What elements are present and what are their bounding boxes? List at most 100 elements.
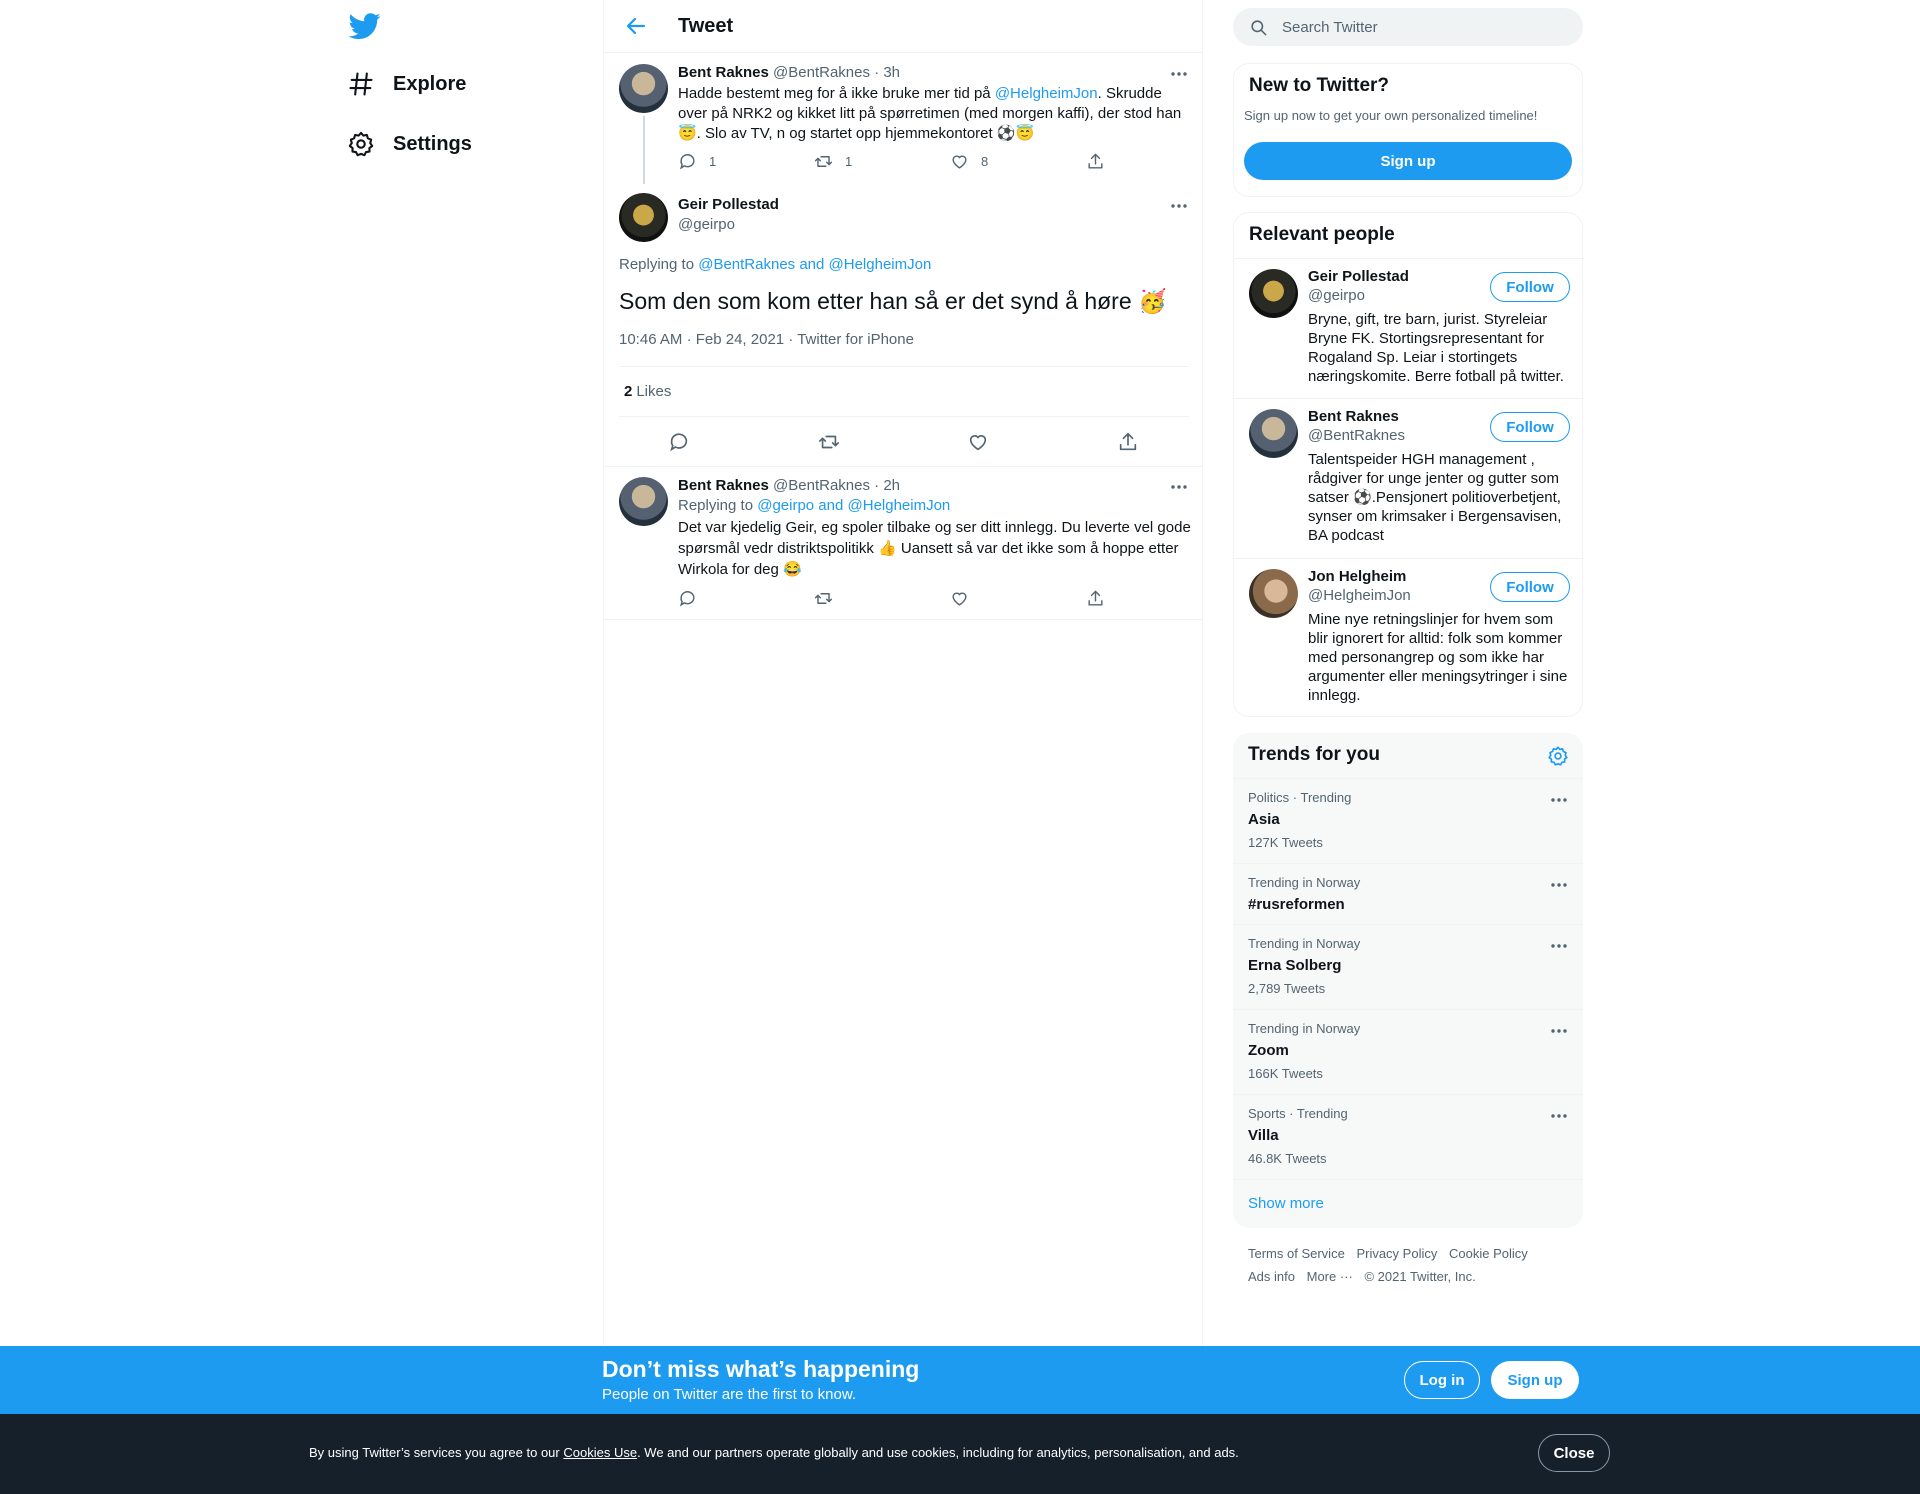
back-arrow-icon[interactable]	[624, 14, 648, 38]
trend-item[interactable]: Trending in Norway Zoom 166K Tweets	[1233, 1009, 1583, 1094]
search-bar[interactable]: Search Twitter	[1233, 8, 1583, 46]
avatar[interactable]	[1249, 569, 1298, 618]
nav-explore[interactable]: Explore	[347, 64, 466, 104]
author-name[interactable]: Bent Raknes	[678, 64, 769, 81]
separator: ·	[686, 331, 692, 348]
more-icon[interactable]	[1169, 196, 1189, 216]
follow-button[interactable]: Follow	[1490, 572, 1570, 602]
sidebar-signup-button[interactable]: Sign up	[1244, 142, 1572, 180]
banner-signup-button[interactable]: Sign up	[1491, 1361, 1579, 1399]
more-icon[interactable]	[1549, 1021, 1569, 1041]
person-handle[interactable]: @HelgheimJon	[1308, 587, 1411, 604]
person-handle[interactable]: @geirpo	[1308, 287, 1365, 304]
trend-item[interactable]: Trending in Norway Erna Solberg 2,789 Tw…	[1233, 924, 1583, 1009]
reply-button[interactable]: 1	[678, 152, 814, 171]
focused-tweet: Geir Pollestad @geirpo Replying to @Bent…	[604, 186, 1203, 467]
like-count: 8	[981, 154, 989, 169]
more-icon[interactable]	[1549, 1106, 1569, 1126]
share-button[interactable]	[1086, 589, 1222, 608]
nav-settings-label: Settings	[393, 132, 472, 155]
trend-item[interactable]: Politics · Trending Asia 127K Tweets	[1233, 778, 1583, 863]
more-icon[interactable]	[1169, 477, 1189, 497]
terms-link[interactable]: Terms of Service	[1248, 1246, 1345, 1261]
banner-headline: Don’t miss what’s happening	[602, 1356, 920, 1382]
author-handle[interactable]: @geirpo	[678, 216, 735, 233]
likes-stat[interactable]: 2 Likes	[619, 366, 1189, 417]
trend-count: 2,789 Tweets	[1248, 981, 1326, 996]
trend-name: Asia	[1248, 811, 1280, 828]
person-name[interactable]: Jon Helgheim	[1308, 568, 1406, 585]
heart-icon[interactable]	[967, 431, 989, 453]
tweet-time[interactable]: 2h	[883, 477, 900, 494]
follow-button[interactable]: Follow	[1490, 272, 1570, 302]
retweet-button[interactable]: 1	[814, 152, 950, 171]
cookie-policy-link[interactable]: Cookie Policy	[1449, 1246, 1528, 1261]
gear-icon[interactable]	[1547, 745, 1569, 767]
author-handle[interactable]: @BentRaknes	[773, 477, 870, 494]
new-to-twitter-card: New to Twitter? Sign up now to get your …	[1233, 63, 1583, 197]
twitter-logo-icon[interactable]	[349, 10, 381, 42]
share-button[interactable]	[1086, 152, 1222, 171]
person-item[interactable]: Bent Raknes @BentRaknes Follow Talentspe…	[1234, 398, 1584, 558]
more-link[interactable]: More ···	[1307, 1269, 1353, 1284]
more-icon[interactable]	[1169, 64, 1189, 84]
search-input[interactable]: Search Twitter	[1282, 19, 1378, 36]
trend-item[interactable]: Trending in Norway #rusreformen	[1233, 863, 1583, 924]
tweet-time[interactable]: 3h	[883, 64, 900, 81]
tweet-actions	[678, 589, 1222, 608]
avatar[interactable]	[619, 64, 668, 113]
person-item[interactable]: Jon Helgheim @HelgheimJon Follow Mine ny…	[1234, 558, 1584, 716]
more-icon[interactable]	[1549, 875, 1569, 895]
author-name[interactable]: Geir Pollestad	[678, 196, 779, 213]
close-button[interactable]: Close	[1538, 1434, 1610, 1472]
show-more-link[interactable]: Show more	[1248, 1195, 1324, 1212]
trends-card: Trends for you Politics · Trending Asia …	[1233, 733, 1583, 1228]
retweet-button[interactable]	[814, 589, 950, 608]
separator: ·	[874, 64, 880, 81]
cookie-text-part: By using Twitter’s services you agree to…	[309, 1445, 564, 1460]
thread-line	[643, 116, 645, 184]
retweet-icon[interactable]	[818, 431, 840, 453]
person-name[interactable]: Bent Raknes	[1308, 408, 1399, 425]
login-button[interactable]: Log in	[1404, 1361, 1480, 1399]
follow-button[interactable]: Follow	[1490, 412, 1570, 442]
parent-tweet[interactable]: Bent Raknes @BentRaknes · 3h Hadde beste…	[604, 54, 1203, 186]
trend-meta: Politics · Trending	[1248, 790, 1352, 805]
replying-to-users[interactable]: @geirpo and @HelgheimJon	[757, 497, 950, 514]
more-icon[interactable]	[1549, 936, 1569, 956]
tweet-text: Som den som kom etter han så er det synd…	[619, 288, 1167, 314]
reply-icon[interactable]	[668, 431, 690, 453]
tweet-header: Tweet	[604, 0, 1202, 53]
like-button[interactable]	[950, 589, 1086, 608]
reply-tweet[interactable]: Bent Raknes @BentRaknes · 2h Replying to…	[604, 467, 1203, 620]
ads-info-link[interactable]: Ads info	[1248, 1269, 1295, 1284]
privacy-link[interactable]: Privacy Policy	[1356, 1246, 1437, 1261]
trend-name: Villa	[1248, 1127, 1279, 1144]
person-handle[interactable]: @BentRaknes	[1308, 427, 1405, 444]
avatar[interactable]	[619, 193, 668, 242]
mention-link[interactable]: @HelgheimJon	[995, 85, 1098, 102]
more-icon[interactable]	[1549, 790, 1569, 810]
tweet-source[interactable]: Twitter for iPhone	[797, 331, 914, 348]
share-icon	[1088, 590, 1103, 606]
nav-settings[interactable]: Settings	[347, 124, 472, 164]
avatar[interactable]	[1249, 409, 1298, 458]
person-item[interactable]: Geir Pollestad @geirpo Follow Bryne, gif…	[1234, 258, 1584, 398]
trend-item[interactable]: Sports · Trending Villa 46.8K Tweets	[1233, 1094, 1583, 1179]
like-button[interactable]: 8	[950, 152, 1086, 171]
tweet-time[interactable]: 10:46 AM	[619, 331, 682, 348]
reply-button[interactable]	[678, 589, 814, 608]
person-bio: Bryne, gift, tre barn, jurist. Styreleia…	[1308, 311, 1564, 385]
avatar[interactable]	[619, 477, 668, 526]
person-bio: Talentspeider HGH management , rådgiver …	[1308, 451, 1562, 544]
author-handle[interactable]: @BentRaknes	[773, 64, 870, 81]
tweet-date[interactable]: Feb 24, 2021	[696, 331, 784, 348]
person-name[interactable]: Geir Pollestad	[1308, 268, 1409, 285]
trend-count: 46.8K Tweets	[1248, 1151, 1327, 1166]
replying-to-users[interactable]: @BentRaknes and @HelgheimJon	[698, 256, 931, 273]
gear-icon	[348, 131, 374, 157]
cookies-use-link[interactable]: Cookies Use	[563, 1445, 637, 1460]
share-icon[interactable]	[1117, 431, 1139, 453]
author-name[interactable]: Bent Raknes	[678, 477, 769, 494]
avatar[interactable]	[1249, 269, 1298, 318]
